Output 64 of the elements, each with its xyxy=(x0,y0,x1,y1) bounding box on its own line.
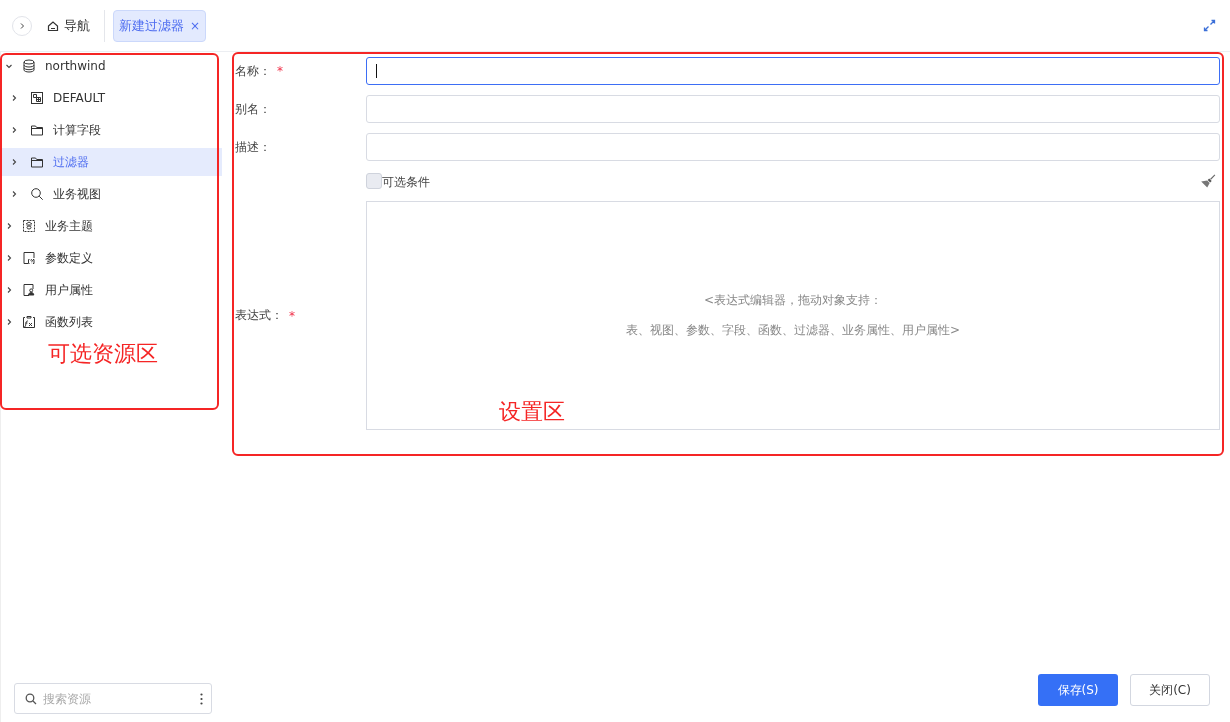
tab-label: 新建过滤器 xyxy=(119,16,184,35)
field-label: 别名： xyxy=(235,100,271,118)
folder-icon xyxy=(30,123,44,137)
tab[interactable]: 新建过滤器 × xyxy=(113,9,207,42)
search-field[interactable]: 搜索资源 xyxy=(14,683,212,714)
chevron-right-icon[interactable] xyxy=(5,222,13,230)
editor-hint: <表达式编辑器，拖动对象支持： xyxy=(703,292,883,309)
editor-hint: 表、视图、参数、字段、函数、过滤器、业务属性、用户属性> xyxy=(625,322,961,339)
tree-item-label: 业务主题 xyxy=(45,217,93,235)
tree-item-label: 计算字段 xyxy=(53,121,101,139)
chevron-down-icon[interactable] xyxy=(5,62,13,70)
close-button[interactable]: 关闭(C) xyxy=(1130,674,1210,706)
tree-item[interactable]: 计算字段 xyxy=(1,116,222,144)
tree-item[interactable]: 过滤器 xyxy=(1,148,222,176)
chevron-right-icon[interactable] xyxy=(5,318,13,326)
field-label: 描述： xyxy=(235,138,271,156)
home-icon xyxy=(47,19,59,32)
function-icon xyxy=(22,315,36,329)
text-cursor xyxy=(376,64,377,78)
tree-item[interactable]: 业务视图 xyxy=(1,180,222,208)
required-mark: * xyxy=(277,64,283,78)
tree-item-label: DEFAULT xyxy=(53,91,105,105)
search-icon xyxy=(25,692,37,705)
tree-item[interactable]: DEFAULT xyxy=(1,84,222,112)
chevron-right-icon[interactable] xyxy=(10,94,18,102)
database-icon xyxy=(22,59,36,73)
chevron-right-icon xyxy=(18,21,26,30)
checkbox[interactable] xyxy=(366,173,382,189)
tree-item[interactable]: 业务主题 xyxy=(1,212,222,240)
schema-icon xyxy=(30,91,44,105)
field-label: 名称： xyxy=(235,62,271,80)
tree-item-label: 用户属性 xyxy=(45,281,93,299)
brush-icon[interactable] xyxy=(1200,173,1216,189)
sidebar-toggle-button[interactable] xyxy=(12,15,32,36)
required-mark: * xyxy=(289,308,295,323)
tree-item[interactable]: 用户属性 xyxy=(1,276,222,304)
topic-icon xyxy=(22,219,36,233)
field-label: 表达式： xyxy=(235,307,283,324)
chevron-right-icon[interactable] xyxy=(5,254,13,262)
user-icon xyxy=(22,283,36,297)
expand-icon[interactable] xyxy=(1203,19,1216,32)
view-icon xyxy=(30,187,44,201)
chevron-right-icon[interactable] xyxy=(10,158,18,166)
chevron-right-icon[interactable] xyxy=(5,286,13,294)
nav-link[interactable]: 导航 xyxy=(47,16,90,35)
close-icon[interactable]: × xyxy=(190,18,201,33)
tree-item[interactable]: 参数定义 xyxy=(1,244,222,272)
folder-icon xyxy=(30,155,44,169)
parameter-icon xyxy=(22,251,36,265)
text-field[interactable] xyxy=(366,57,1220,85)
tree-item[interactable]: northwind xyxy=(1,52,222,80)
chevron-right-icon[interactable] xyxy=(10,126,18,134)
chevron-right-icon[interactable] xyxy=(10,190,18,198)
tree-item-label: northwind xyxy=(45,59,106,73)
checkbox-label: 可选条件 xyxy=(382,174,430,191)
more-icon[interactable] xyxy=(200,692,203,705)
tree-item-label: 参数定义 xyxy=(45,249,93,267)
tree-item-label: 业务视图 xyxy=(53,185,101,203)
tree-item-label: 过滤器 xyxy=(53,153,89,171)
annotation-label: 可选资源区 xyxy=(48,340,158,368)
tree-item-label: 函数列表 xyxy=(45,313,93,331)
annotation-label: 设置区 xyxy=(499,398,565,426)
save-button[interactable]: 保存(S) xyxy=(1038,674,1118,706)
tree-item[interactable]: 函数列表 xyxy=(1,308,222,336)
